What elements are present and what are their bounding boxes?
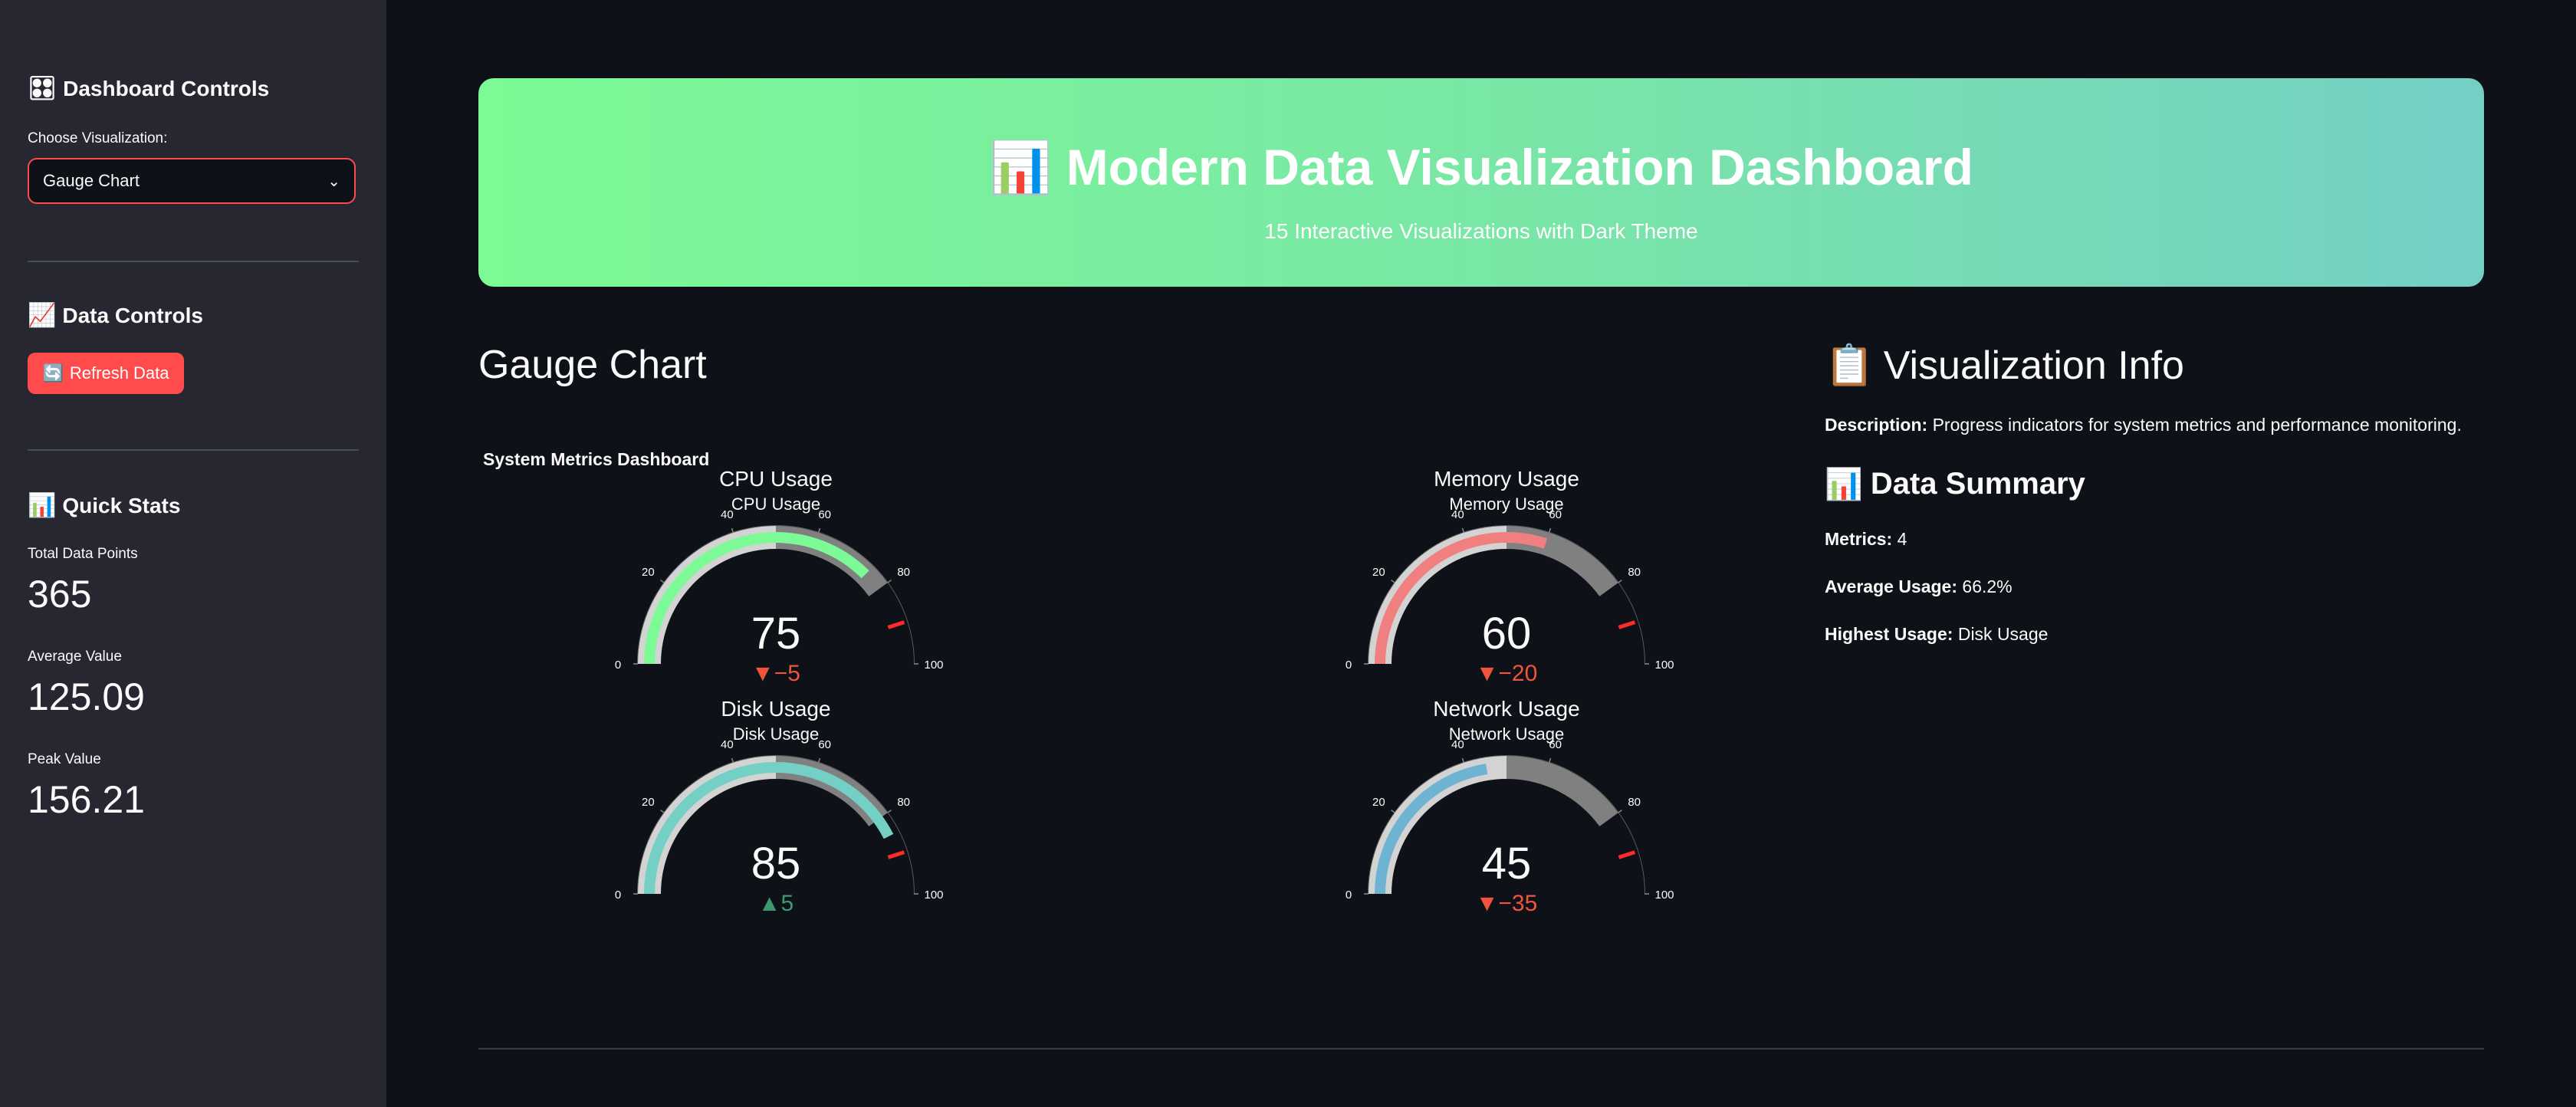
gauge-title: CPU Usage xyxy=(719,467,833,491)
summary-heading: Data Summary xyxy=(1870,467,2085,501)
description-label: Description: xyxy=(1825,415,1928,435)
description-text: Progress indicators for system metrics a… xyxy=(1932,415,2462,435)
gauge-tick-label: 40 xyxy=(721,738,734,751)
clipboard-icon: 📋 xyxy=(1825,343,1875,388)
gauge-tick-label: 80 xyxy=(897,566,910,579)
gauge-subtitle: Disk Usage xyxy=(733,724,819,744)
gauge-value: 75 xyxy=(751,609,801,659)
gauge-tick-label: 0 xyxy=(615,889,621,902)
gauge-value: 85 xyxy=(751,839,801,889)
gauge-value: 45 xyxy=(1482,839,1532,889)
gauge-subtitle: Network Usage xyxy=(1449,724,1564,744)
gauge-tick xyxy=(817,527,821,534)
gauge-delta: ▼−5 xyxy=(751,661,800,686)
metrics-value: 4 xyxy=(1897,529,1907,549)
average-usage-label: Average Usage: xyxy=(1825,576,1958,596)
gauge-tick xyxy=(887,580,892,583)
gauge-delta: ▼−20 xyxy=(1476,661,1538,686)
info-description: Description: Progress indicators for sys… xyxy=(1825,415,2462,435)
gauge-tick-label: 100 xyxy=(1654,889,1674,902)
gauge-tick-label: 0 xyxy=(1346,889,1352,902)
gauge-delta: ▼−35 xyxy=(1476,891,1538,916)
highest-usage-label: Highest Usage: xyxy=(1825,624,1953,644)
gauge-step xyxy=(1506,756,1618,826)
gauge-tick xyxy=(660,810,665,813)
gauge-value: 60 xyxy=(1482,609,1532,659)
gauge-subtitle: CPU Usage xyxy=(731,494,820,514)
gauge-disk-usage: 0 20 40 60 80 100 85▲5 Disk Usage Disk Usage xyxy=(615,697,944,916)
highest-usage: Highest Usage: Disk Usage xyxy=(1825,624,2048,645)
average-usage-value: 66.2% xyxy=(1962,576,2013,596)
gauge-tick xyxy=(1618,580,1622,583)
gauge-title: Disk Usage xyxy=(721,697,830,721)
gauge-tick xyxy=(1461,527,1465,534)
gauge-tick-label: 80 xyxy=(1628,796,1641,809)
gauge-tick-label: 100 xyxy=(924,659,943,672)
gauge-tick xyxy=(660,580,665,583)
highest-usage-value: Disk Usage xyxy=(1957,624,2049,644)
summary-heading-row: 📊 Data Summary xyxy=(1825,466,2085,502)
gauge-tick-label: 20 xyxy=(1372,796,1385,809)
gauge-tick-label: 0 xyxy=(1346,659,1352,672)
gauge-title: Network Usage xyxy=(1433,697,1579,721)
gauge-cpu-usage: 02040 608010075▼−5CPU UsageCPU Usage xyxy=(615,467,944,686)
gauge-tick-label: 80 xyxy=(897,796,910,809)
gauge-title: Memory Usage xyxy=(1434,467,1579,491)
bottom-divider xyxy=(478,1048,2484,1050)
gauge-tick-label: 100 xyxy=(1654,659,1674,672)
gauge-tick-label: 20 xyxy=(642,566,655,579)
gauge-tick xyxy=(1618,810,1622,813)
gauge-tick-label: 80 xyxy=(1628,566,1641,579)
gauge-network-usage: 02040 608010045▼−35Network UsageNetwork U… xyxy=(1346,697,1674,916)
gauge-delta: ▲5 xyxy=(758,891,794,916)
gauge-tick xyxy=(731,757,734,764)
gauge-tick-label: 60 xyxy=(818,738,831,751)
gauge-tick xyxy=(1461,757,1465,764)
gauge-memory-usage: 02040 608010060▼−20Memory UsageMemory Usa… xyxy=(1346,467,1674,686)
gauge-tick xyxy=(1548,757,1552,764)
gauge-tick xyxy=(817,757,821,764)
gauge-tick-label: 0 xyxy=(615,659,621,672)
info-heading: Visualization Info xyxy=(1883,343,2184,388)
info-heading-row: 📋 Visualization Info xyxy=(1825,342,2184,389)
gauge-svg: 0 20 40 60 80 100 75▼−5 CPU Usage CPU Usage 0 20 40… xyxy=(615,467,1674,916)
gauge-tick-label: 100 xyxy=(924,889,943,902)
gauge-tick-label: 20 xyxy=(1372,566,1385,579)
metrics-count: Metrics: 4 xyxy=(1825,529,1907,550)
gauge-subtitle: Memory Usage xyxy=(1449,494,1563,514)
bar-chart-icon: 📊 xyxy=(1825,468,1863,501)
gauge-tick xyxy=(1548,527,1552,534)
average-usage: Average Usage: 66.2% xyxy=(1825,576,2013,597)
metrics-label: Metrics: xyxy=(1825,529,1893,549)
gauge-tick-label: 20 xyxy=(642,796,655,809)
gauge-tick xyxy=(731,527,734,534)
gauge-tick xyxy=(1391,810,1395,813)
gauge-tick xyxy=(1391,580,1395,583)
gauge-tick xyxy=(887,810,892,813)
